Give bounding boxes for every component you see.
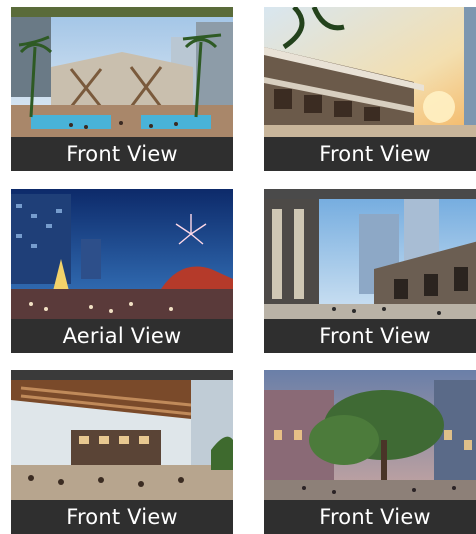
plaza-pool-icon: [11, 7, 233, 139]
card-caption: Front View: [11, 500, 233, 534]
gallery-card-front-view-5[interactable]: Front View: [264, 370, 476, 534]
night-fireworks-icon: [11, 189, 233, 321]
gallery-card-front-view-2[interactable]: Front View: [264, 7, 476, 171]
gallery-card-aerial-view[interactable]: Aerial View: [11, 189, 233, 353]
dining-terrace-icon: [11, 370, 233, 502]
evening-trees-icon: [264, 370, 476, 502]
card-caption: Front View: [264, 319, 476, 353]
card-caption: Aerial View: [11, 319, 233, 353]
gallery-card-front-view-4[interactable]: Front View: [11, 370, 233, 534]
card-caption: Front View: [11, 137, 233, 171]
card-caption: Front View: [264, 137, 476, 171]
gallery-card-front-view-1[interactable]: Front View: [11, 7, 233, 171]
card-caption: Front View: [264, 500, 476, 534]
gallery-card-front-view-3[interactable]: Front View: [264, 189, 476, 353]
sunset-arcade-icon: [264, 7, 476, 139]
street-towers-icon: [264, 189, 476, 321]
